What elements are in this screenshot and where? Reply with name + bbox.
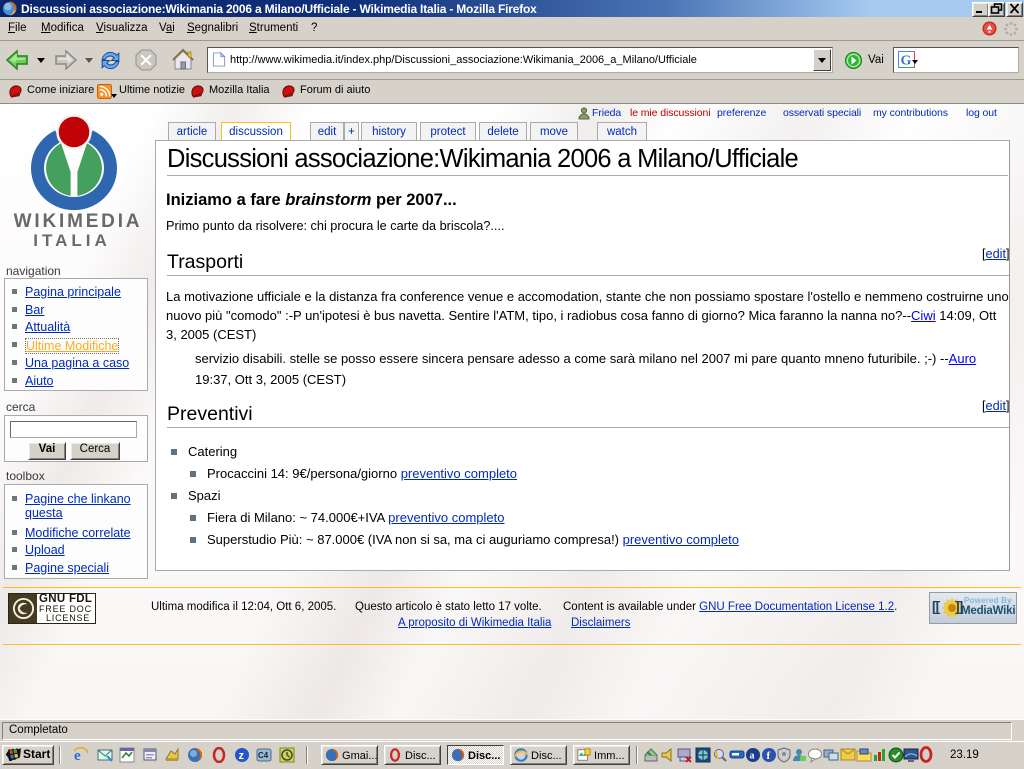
svg-text:C4: C4 [258, 751, 269, 760]
svg-text:f: f [767, 750, 771, 762]
svg-text:z: z [239, 750, 245, 762]
svg-text:a: a [750, 751, 755, 762]
svg-text:G: G [901, 54, 912, 69]
